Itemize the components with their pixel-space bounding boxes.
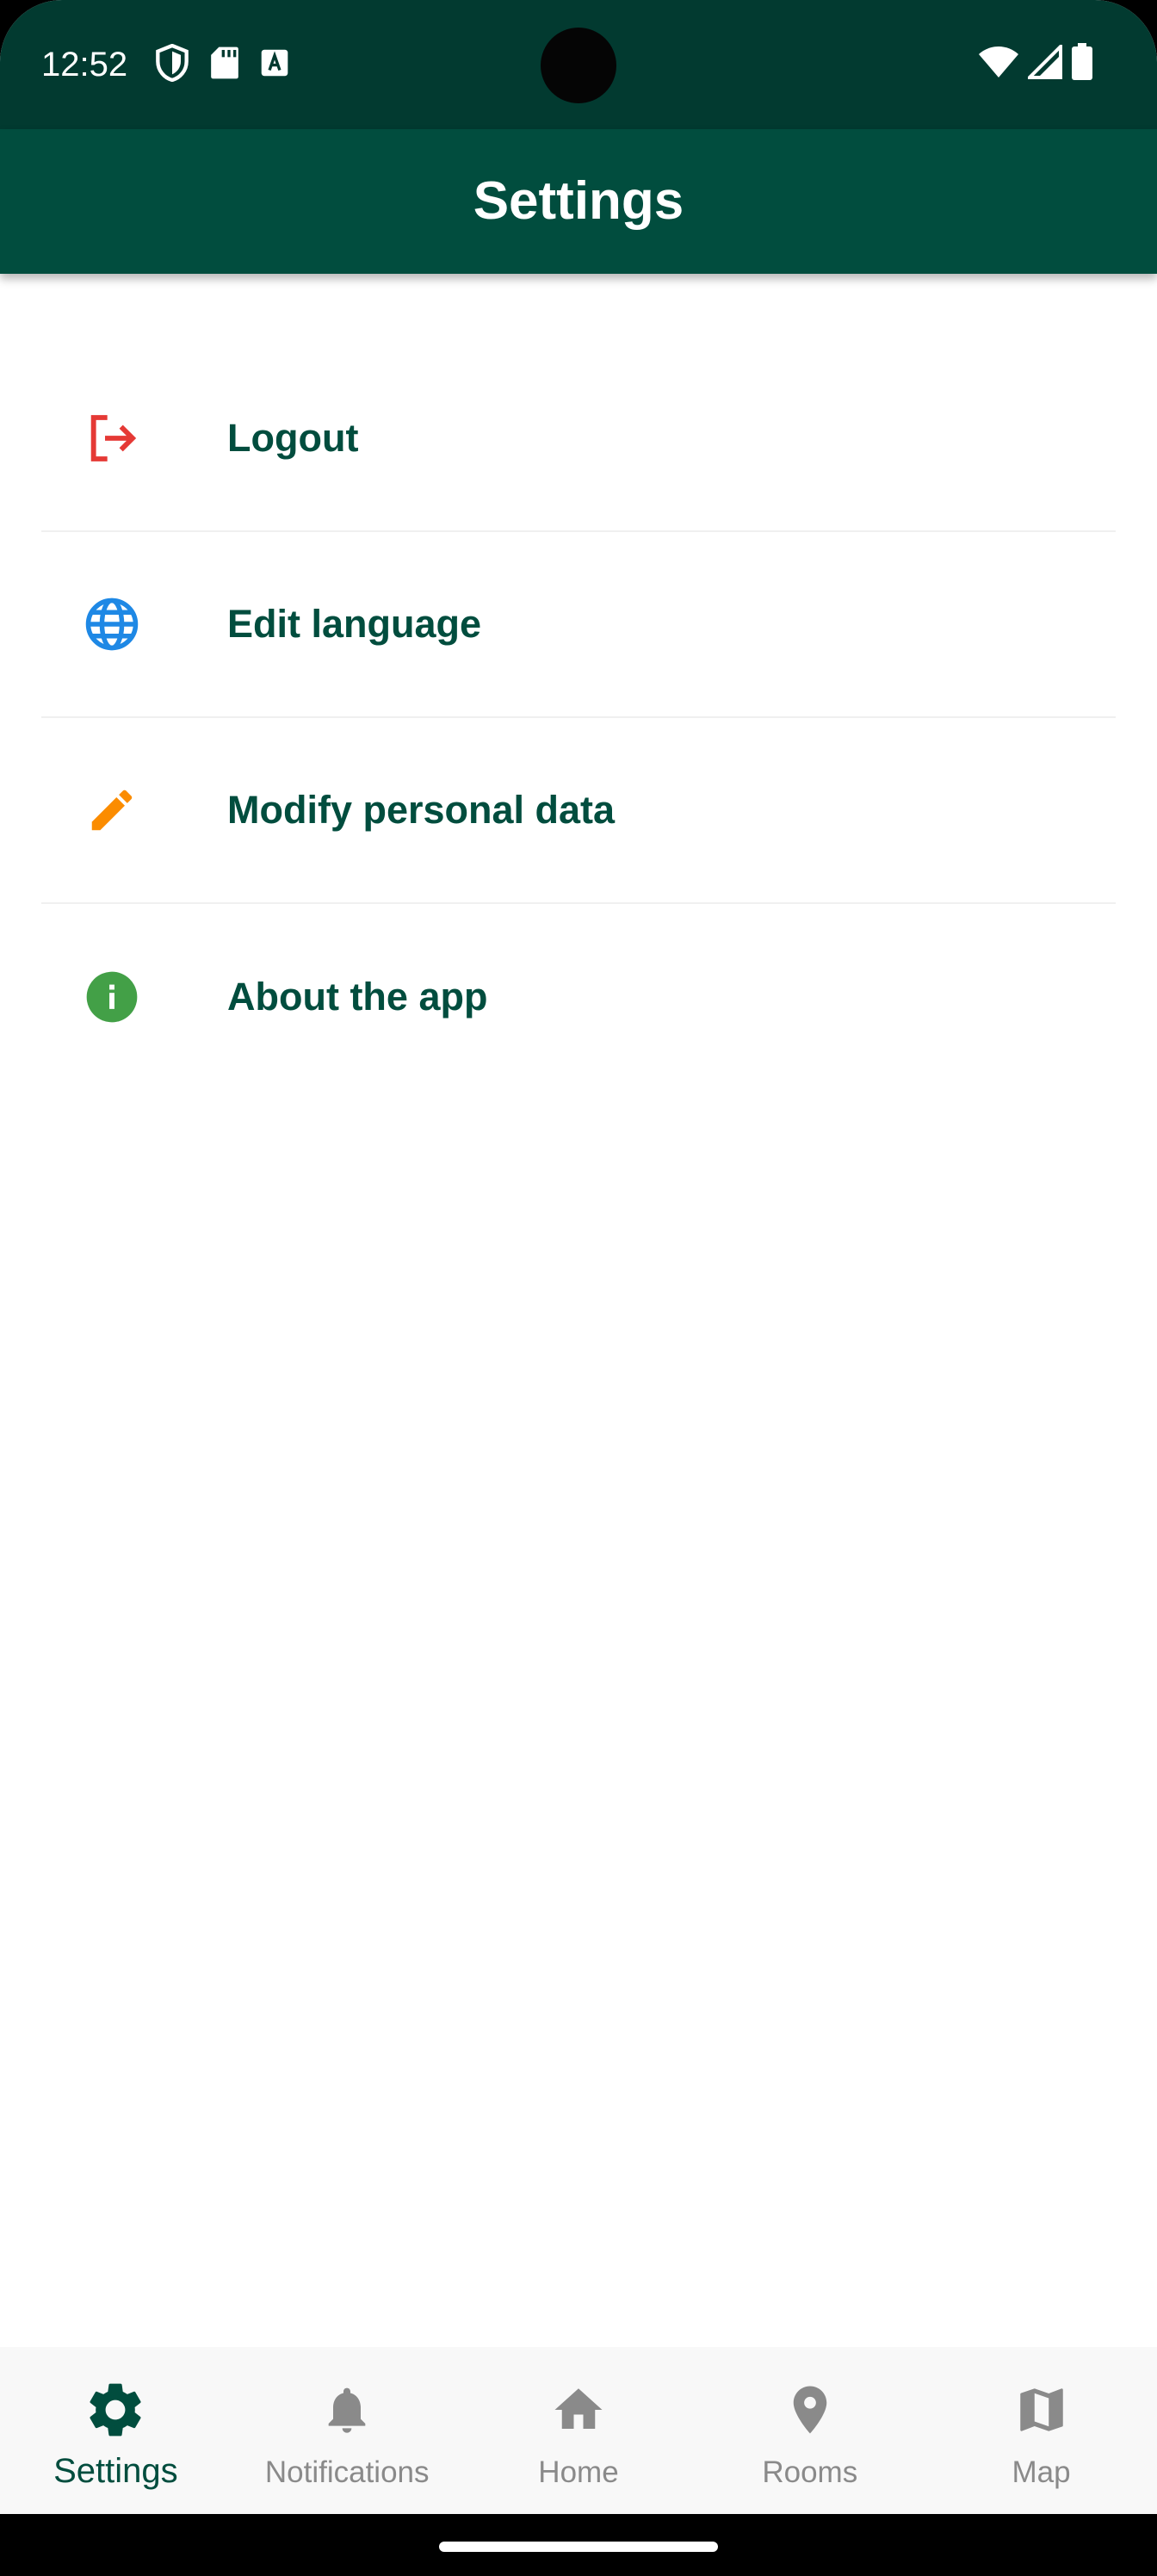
- front-camera: [541, 28, 616, 103]
- shield-icon: [155, 43, 189, 86]
- nav-label-home: Home: [538, 2455, 619, 2489]
- phone-screen: 12:52 Settings Logout Edit language Modi…: [0, 0, 1157, 2576]
- battery-icon: [1071, 42, 1093, 85]
- gear-icon: [82, 2376, 149, 2443]
- logout-icon: [83, 409, 141, 468]
- nav-item-map[interactable]: Map: [925, 2347, 1157, 2514]
- font-download-icon: [260, 48, 289, 82]
- system-status-icons: [978, 41, 1093, 86]
- about-app-label: About the app: [227, 975, 488, 1019]
- bell-icon: [313, 2376, 381, 2443]
- bottom-navigation: Settings Notifications Home Rooms Map: [0, 2347, 1157, 2514]
- nav-item-notifications[interactable]: Notifications: [232, 2347, 463, 2514]
- globe-icon: [83, 595, 141, 653]
- nav-item-rooms[interactable]: Rooms: [694, 2347, 925, 2514]
- wifi-icon: [978, 45, 1019, 84]
- info-icon: [83, 968, 141, 1026]
- home-gesture-handle[interactable]: [439, 2542, 718, 2552]
- app-bar: Settings: [0, 129, 1157, 274]
- gesture-navigation-bar: [0, 2514, 1157, 2576]
- status-notification-icons: [155, 43, 289, 86]
- pencil-icon: [83, 781, 141, 839]
- modify-personal-data-item[interactable]: Modify personal data: [41, 718, 1116, 904]
- modify-personal-data-label: Modify personal data: [227, 788, 616, 832]
- map-icon: [1008, 2376, 1075, 2443]
- nav-label-map: Map: [1012, 2455, 1071, 2489]
- page-title: Settings: [473, 171, 684, 231]
- nav-label-settings: Settings: [53, 2452, 178, 2490]
- edit-language-item[interactable]: Edit language: [41, 532, 1116, 718]
- sd-card-icon: [210, 46, 239, 84]
- nav-item-settings[interactable]: Settings: [0, 2347, 232, 2514]
- nav-label-rooms: Rooms: [762, 2455, 858, 2489]
- logout-label: Logout: [227, 416, 359, 460]
- about-app-item[interactable]: About the app: [41, 904, 1116, 1090]
- nav-label-notifications: Notifications: [264, 2455, 430, 2489]
- status-bar: 12:52: [0, 0, 1157, 129]
- home-icon: [545, 2376, 612, 2443]
- logout-item[interactable]: Logout: [41, 346, 1116, 532]
- status-time: 12:52: [41, 46, 128, 84]
- cell-signal-icon: [1025, 41, 1062, 84]
- edit-language-label: Edit language: [227, 602, 482, 646]
- nav-item-home[interactable]: Home: [463, 2347, 695, 2514]
- settings-list: Logout Edit language Modify personal dat…: [41, 346, 1116, 1090]
- location-pin-icon: [776, 2376, 844, 2443]
